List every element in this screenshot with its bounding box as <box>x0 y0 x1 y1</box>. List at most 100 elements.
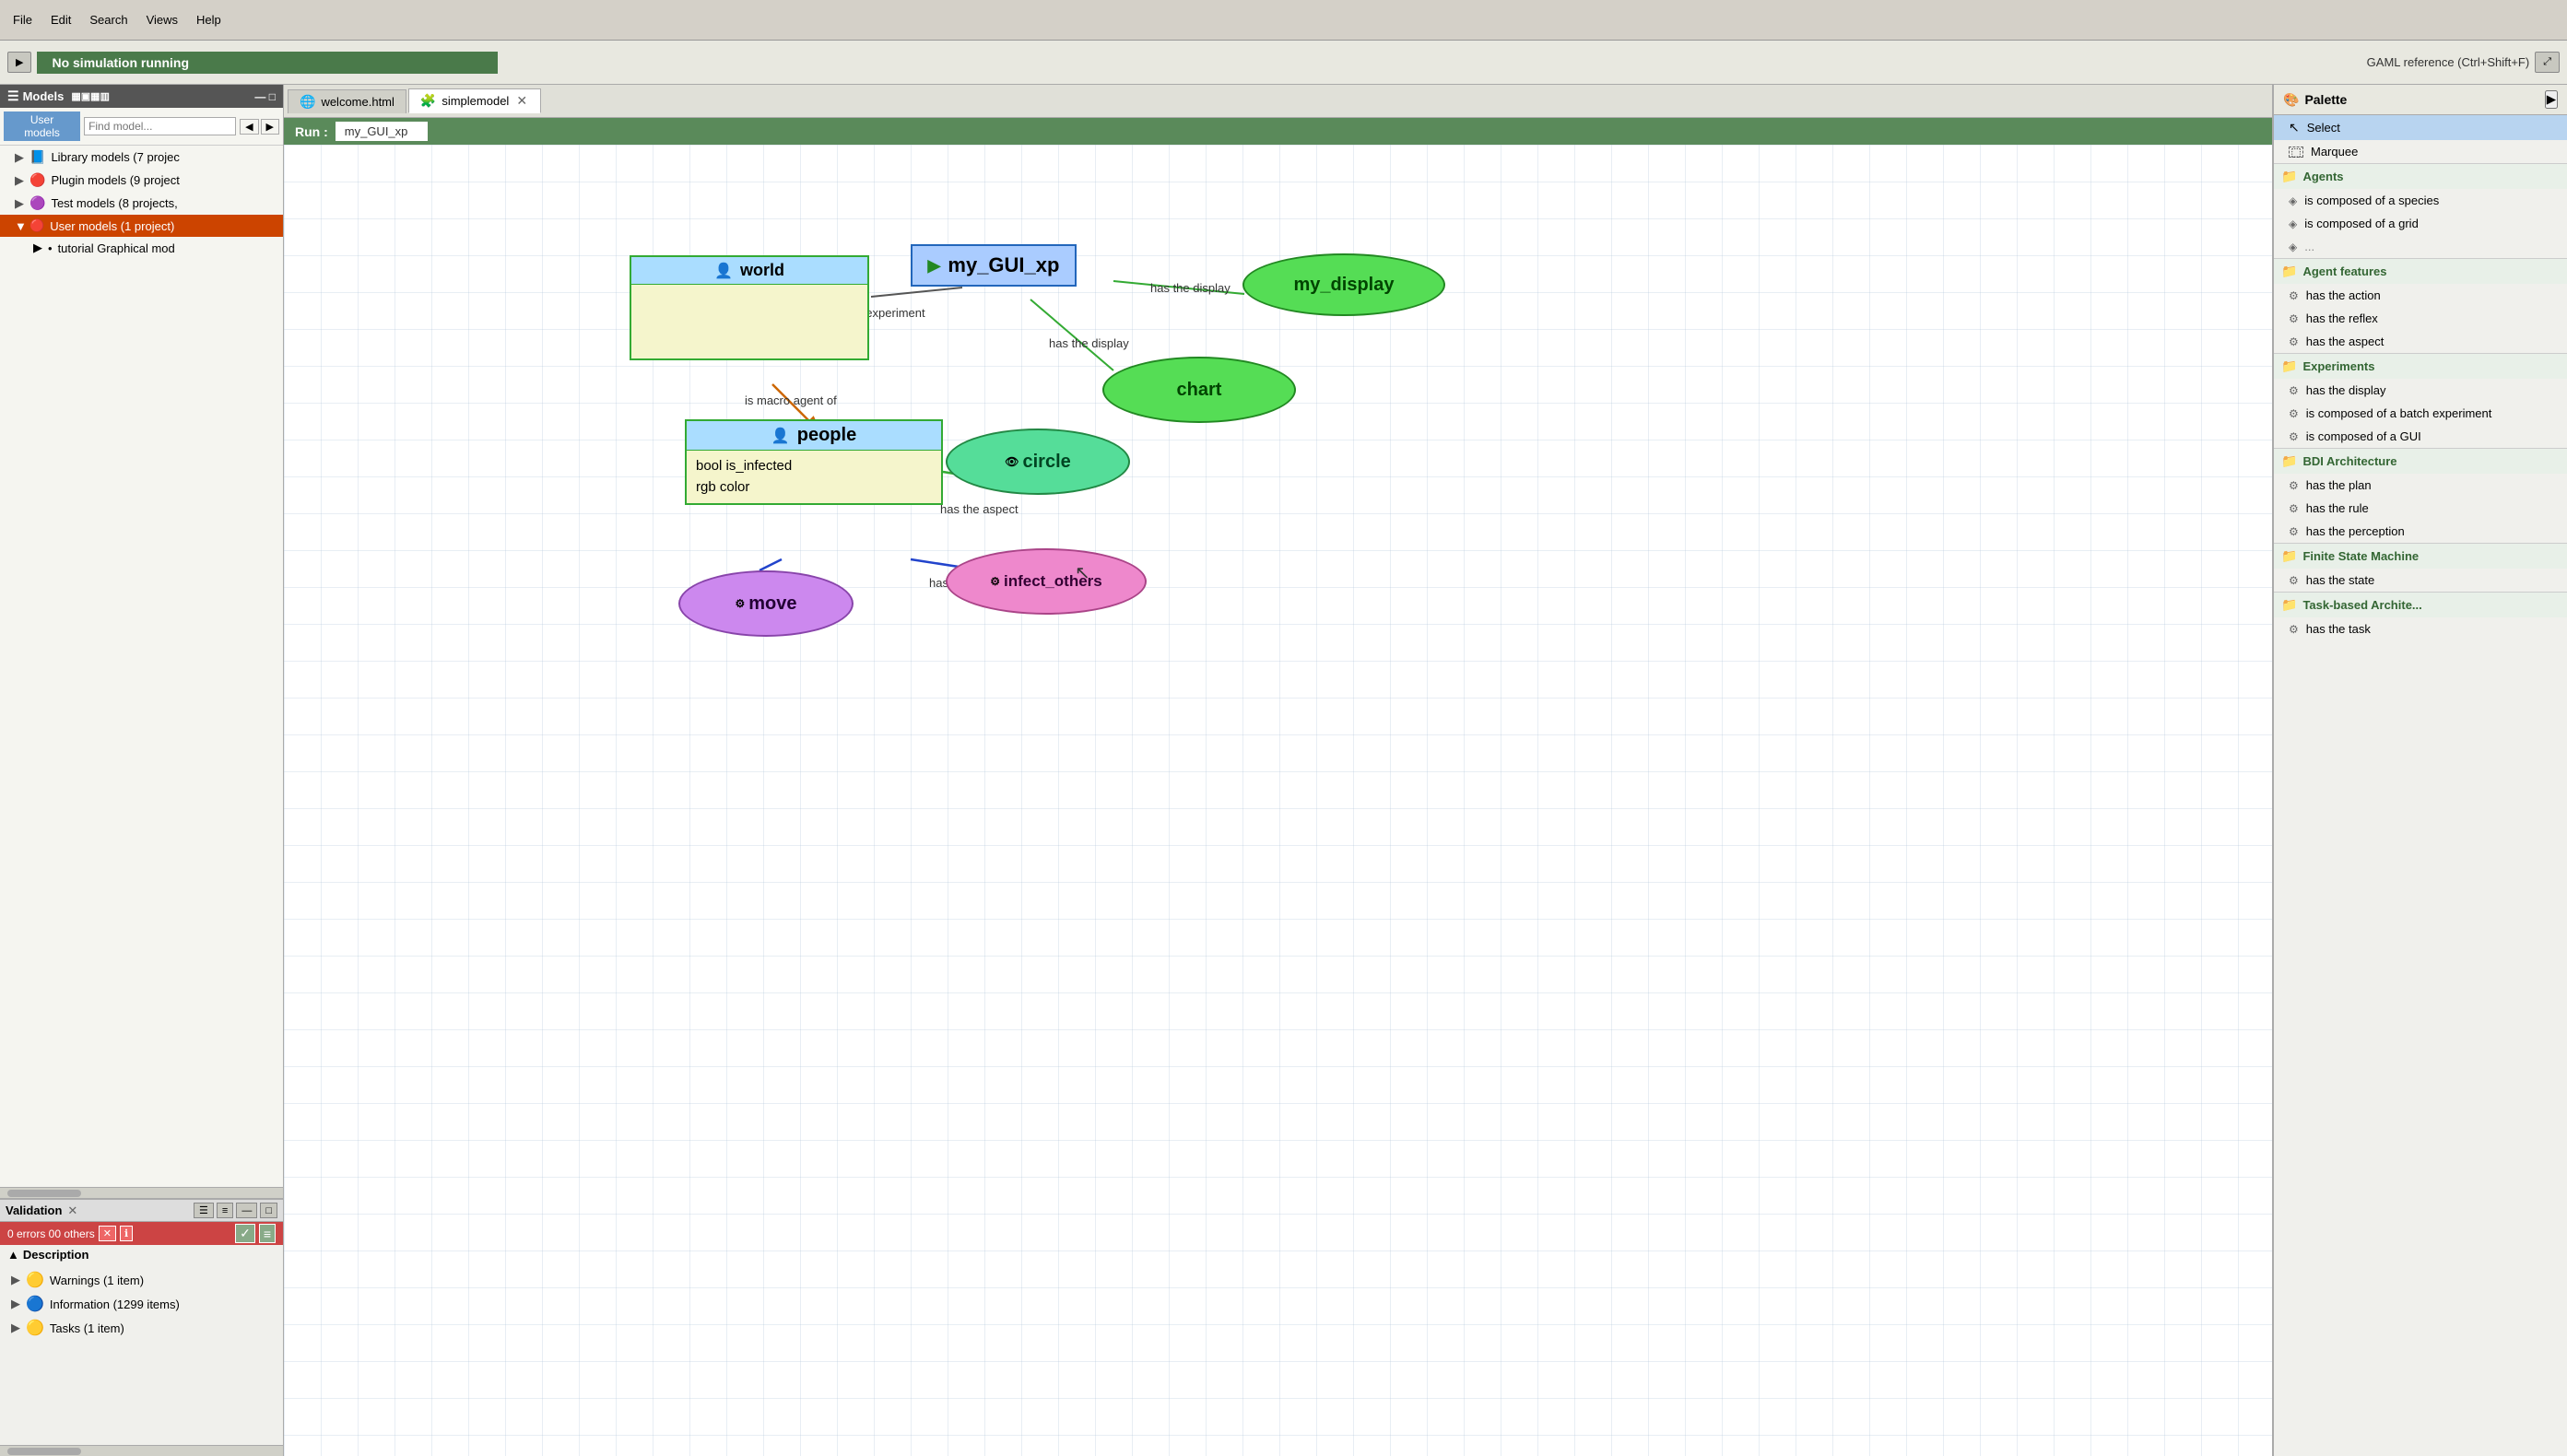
menu-file[interactable]: File <box>7 11 38 29</box>
grid-label: is composed of a grid <box>2304 217 2419 230</box>
error-filter-info[interactable]: ℹ <box>120 1226 133 1241</box>
tab-simplemodel[interactable]: 🧩 simplemodel ✕ <box>408 88 541 113</box>
palette-section-fsm[interactable]: 📁 Finite State Machine <box>2274 543 2567 569</box>
tab-welcome[interactable]: 🌐 welcome.html <box>288 89 406 113</box>
palette-item-aspect[interactable]: ⚙ has the aspect <box>2274 330 2567 353</box>
tree-item-plugin[interactable]: ▶ 🔴 Plugin models (9 project <box>0 169 283 192</box>
tree-item-tutorial[interactable]: ▶ • tutorial Graphical mod <box>0 237 283 259</box>
palette-section-experiments[interactable]: 📁 Experiments <box>2274 353 2567 379</box>
val-item-info[interactable]: ▶ 🔵 Information (1299 items) <box>7 1292 276 1316</box>
h-scrollbar-left[interactable] <box>0 1187 283 1198</box>
palette-section-task[interactable]: 📁 Task-based Archite... <box>2274 592 2567 617</box>
chart-label: chart <box>1177 380 1222 401</box>
reflex-icon: ⚙ <box>2289 312 2299 325</box>
palette-item-gui-exp[interactable]: ⚙ is composed of a GUI <box>2274 425 2567 448</box>
tree-item-user[interactable]: ▼ 🔴 User models (1 project) <box>0 215 283 237</box>
node-move[interactable]: ⚙ move <box>678 570 854 637</box>
node-chart[interactable]: chart <box>1102 357 1296 423</box>
infect-gear-icon: ⚙ <box>990 575 1000 588</box>
palette-item-reflex[interactable]: ⚙ has the reflex <box>2274 307 2567 330</box>
palette-section-bdi[interactable]: 📁 BDI Architecture <box>2274 448 2567 474</box>
node-my-gui-xp[interactable]: ▶ my_GUI_xp <box>911 244 1077 287</box>
experiments-folder-icon: 📁 <box>2281 358 2297 374</box>
models-header: ☰ Models ▦▣▦▥ — □ <box>0 85 283 108</box>
palette-item-species[interactable]: ◈ is composed of a species <box>2274 189 2567 212</box>
menu-help[interactable]: Help <box>191 11 227 29</box>
palette-item-batch-exp[interactable]: ⚙ is composed of a batch experiment <box>2274 402 2567 425</box>
people-label: people <box>797 425 856 446</box>
agents-folder-icon: 📁 <box>2281 169 2297 184</box>
palette-item-perception[interactable]: ⚙ has the perception <box>2274 520 2567 543</box>
palette-section-agent-features[interactable]: 📁 Agent features <box>2274 258 2567 284</box>
menu-edit[interactable]: Edit <box>45 11 77 29</box>
people-person-icon: 👤 <box>771 427 790 445</box>
nav-back[interactable]: ◀ <box>240 119 258 135</box>
node-world[interactable]: 👤 world <box>630 255 869 360</box>
run-button[interactable]: ▶ <box>7 52 31 73</box>
validation-tree: ▶ 🟡 Warnings (1 item) ▶ 🔵 Information (1… <box>0 1264 283 1445</box>
val-btn-3[interactable]: — <box>236 1203 257 1218</box>
nav-forward[interactable]: ▶ <box>261 119 279 135</box>
world-person-icon: 👤 <box>714 262 733 280</box>
left-sidebar: ☰ Models ▦▣▦▥ — □ User models ◀ ▶ ▶ 📘 Li… <box>0 85 284 1456</box>
palette-section-agents[interactable]: 📁 Agents <box>2274 163 2567 189</box>
menu-views[interactable]: Views <box>141 11 183 29</box>
toolbar: ▶ No simulation running GAML reference (… <box>0 41 2567 85</box>
node-infect-others[interactable]: ⚙ infect_others <box>946 548 1147 615</box>
center-area: 🌐 welcome.html 🧩 simplemodel ✕ Run : my_… <box>284 85 2272 1456</box>
palette-item-agents-more[interactable]: ◈ ... <box>2274 235 2567 258</box>
gaml-ref[interactable]: GAML reference (Ctrl+Shift+F) <box>2367 55 2530 69</box>
marquee-label: Marquee <box>2311 145 2358 159</box>
node-my-display[interactable]: my_display <box>1242 253 1445 316</box>
desc-header: ▲ Description <box>0 1245 283 1264</box>
val-item-warnings[interactable]: ▶ 🟡 Warnings (1 item) <box>7 1268 276 1292</box>
error-filter-x[interactable]: ✕ <box>99 1226 116 1241</box>
features-folder-icon: 📁 <box>2281 264 2297 279</box>
palette-item-grid[interactable]: ◈ is composed of a grid <box>2274 212 2567 235</box>
val-btn-4[interactable]: □ <box>260 1203 277 1218</box>
agents-label: Agents <box>2302 170 2343 183</box>
palette-select[interactable]: ↖ Select <box>2274 115 2567 140</box>
state-label: has the state <box>2306 573 2374 587</box>
val-list-btn[interactable]: ≡ <box>259 1224 276 1243</box>
validation-close-icon[interactable]: ✕ <box>67 1204 77 1218</box>
world-label: world <box>740 261 784 280</box>
menu-search[interactable]: Search <box>84 11 133 29</box>
find-model-input[interactable] <box>84 117 236 135</box>
palette-item-rule[interactable]: ⚙ has the rule <box>2274 497 2567 520</box>
task-label: Task-based Archite... <box>2302 598 2421 612</box>
val-btn-1[interactable]: ☰ <box>194 1203 214 1218</box>
palette-item-action[interactable]: ⚙ has the action <box>2274 284 2567 307</box>
tab-close-icon[interactable]: ✕ <box>514 93 529 109</box>
val-btn-2[interactable]: ≡ <box>217 1203 233 1218</box>
palette-header: 🎨 Palette ▶ <box>2274 85 2567 115</box>
aspect-icon: ⚙ <box>2289 335 2299 348</box>
h-scrollbar-bottom[interactable] <box>0 1445 283 1456</box>
user-models-button[interactable]: User models <box>4 112 80 141</box>
tree-item-library[interactable]: ▶ 📘 Library models (7 projec <box>0 146 283 169</box>
main-layout: ☰ Models ▦▣▦▥ — □ User models ◀ ▶ ▶ 📘 Li… <box>0 85 2567 1456</box>
palette-item-plan[interactable]: ⚙ has the plan <box>2274 474 2567 497</box>
run-label: Run : <box>295 124 328 139</box>
val-check-btn[interactable]: ✓ <box>235 1224 255 1243</box>
grid-icon: ◈ <box>2289 217 2297 230</box>
task-item-icon: ⚙ <box>2289 623 2299 636</box>
cursor-icon: ↖ <box>2289 120 2300 135</box>
palette-marquee[interactable]: ⬚ Marquee <box>2274 140 2567 163</box>
palette-item-state[interactable]: ⚙ has the state <box>2274 569 2567 592</box>
palette-item-has-display[interactable]: ⚙ has the display <box>2274 379 2567 402</box>
run-value[interactable]: my_GUI_xp <box>336 122 428 141</box>
move-label: move <box>748 593 796 615</box>
node-people[interactable]: 👤 people bool is_infected rgb color <box>685 419 943 505</box>
models-label: Models <box>23 89 65 103</box>
palette-item-task[interactable]: ⚙ has the task <box>2274 617 2567 640</box>
tree-item-test[interactable]: ▶ 🟣 Test models (8 projects, <box>0 192 283 215</box>
sim-status: No simulation running <box>37 52 498 74</box>
val-item-tasks[interactable]: ▶ 🟡 Tasks (1 item) <box>7 1316 276 1340</box>
palette-expand-btn[interactable]: ▶ <box>2545 90 2558 109</box>
node-circle[interactable]: 👁 circle <box>946 429 1130 495</box>
expand-button[interactable]: ⤢ <box>2535 52 2560 73</box>
my-gui-xp-label: my_GUI_xp <box>948 253 1059 277</box>
canvas-area[interactable]: possible experiment has the display has … <box>284 145 2272 1456</box>
right-palette: 🎨 Palette ▶ ↖ Select ⬚ Marquee 📁 Agents … <box>2272 85 2567 1456</box>
